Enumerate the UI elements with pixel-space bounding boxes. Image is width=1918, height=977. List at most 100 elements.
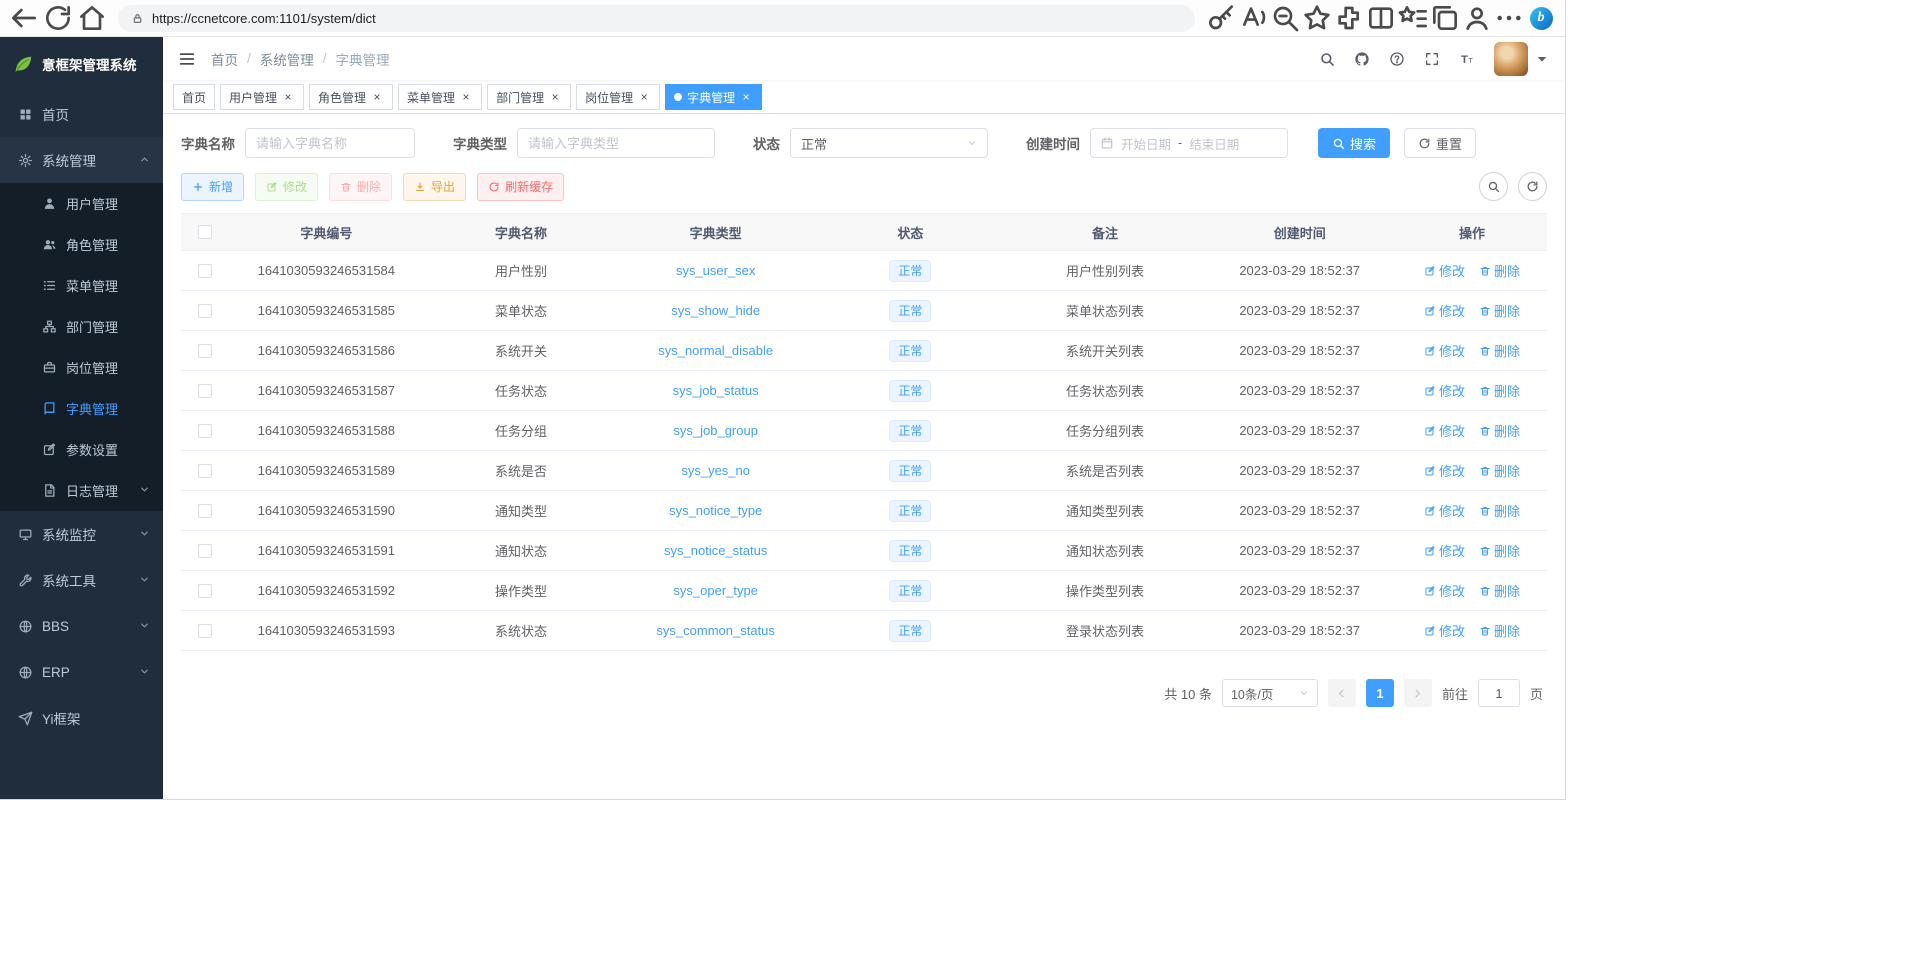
sidebar-item-system[interactable]: 系统管理	[0, 137, 163, 183]
split-screen-icon[interactable]	[1365, 4, 1397, 32]
delete-row-link[interactable]: 删除	[1479, 301, 1520, 320]
fullscreen-icon[interactable]	[1424, 51, 1440, 67]
row-checkbox[interactable]	[198, 344, 212, 358]
page-size-select[interactable]: 10条/页	[1222, 679, 1318, 707]
dict-type-input[interactable]	[517, 128, 715, 158]
dict-type-link[interactable]: sys_notice_status	[664, 543, 767, 558]
sidebar-item-menu[interactable]: 菜单管理	[0, 265, 163, 306]
prev-page-button[interactable]	[1328, 679, 1356, 707]
close-icon[interactable]: ×	[281, 90, 295, 104]
next-page-button[interactable]	[1404, 679, 1432, 707]
search-button[interactable]: 搜索	[1318, 128, 1390, 158]
refresh-cache-button[interactable]: 刷新缓存	[477, 173, 564, 201]
dict-type-link[interactable]: sys_notice_type	[669, 503, 762, 518]
row-checkbox[interactable]	[198, 584, 212, 598]
sidebar-item-erp[interactable]: ERP	[0, 649, 163, 695]
reset-button[interactable]: 重置	[1404, 128, 1476, 158]
dict-type-link[interactable]: sys_oper_type	[673, 583, 758, 598]
close-icon[interactable]: ×	[637, 90, 651, 104]
tab-role[interactable]: 角色管理×	[309, 84, 393, 110]
dict-type-link[interactable]: sys_yes_no	[681, 463, 750, 478]
search-icon[interactable]	[1319, 51, 1335, 67]
delete-row-link[interactable]: 删除	[1479, 421, 1520, 440]
delete-row-link[interactable]: 删除	[1479, 381, 1520, 400]
font-size-icon[interactable]: TT	[1459, 51, 1475, 67]
delete-row-link[interactable]: 删除	[1479, 461, 1520, 480]
row-checkbox[interactable]	[198, 544, 212, 558]
dict-type-link[interactable]: sys_user_sex	[676, 263, 755, 278]
sidebar-item-home[interactable]: 首页	[0, 91, 163, 137]
close-icon[interactable]: ×	[370, 90, 384, 104]
sidebar-item-yiframe[interactable]: Yi框架	[0, 695, 163, 741]
dict-type-link[interactable]: sys_job_group	[673, 423, 758, 438]
collections-icon[interactable]	[1429, 4, 1461, 32]
read-aloud-icon[interactable]	[1237, 4, 1269, 32]
row-checkbox[interactable]	[198, 624, 212, 638]
dict-type-link[interactable]: sys_job_status	[673, 383, 759, 398]
sidebar-item-dept[interactable]: 部门管理	[0, 306, 163, 347]
sidebar-item-monitor[interactable]: 系统监控	[0, 511, 163, 557]
breadcrumb-home[interactable]: 首页	[211, 49, 238, 69]
bing-icon[interactable]: b	[1525, 4, 1557, 32]
delete-row-link[interactable]: 删除	[1479, 581, 1520, 600]
address-bar[interactable]: https://ccnetcore.com:1101/system/dict	[118, 5, 1195, 32]
edit-row-link[interactable]: 修改	[1424, 341, 1465, 360]
edit-row-link[interactable]: 修改	[1424, 461, 1465, 480]
dict-type-link[interactable]: sys_normal_disable	[658, 343, 773, 358]
sidebar-item-role[interactable]: 角色管理	[0, 224, 163, 265]
sidebar-item-user[interactable]: 用户管理	[0, 183, 163, 224]
row-checkbox[interactable]	[198, 304, 212, 318]
extensions-icon[interactable]	[1333, 4, 1365, 32]
toggle-search-button[interactable]	[1479, 172, 1508, 201]
tab-dept[interactable]: 部门管理×	[487, 84, 571, 110]
tab-dict[interactable]: 字典管理×	[665, 84, 762, 110]
row-checkbox[interactable]	[198, 384, 212, 398]
sidebar-item-tool[interactable]: 系统工具	[0, 557, 163, 603]
select-all-checkbox[interactable]	[198, 225, 212, 239]
edit-row-link[interactable]: 修改	[1424, 621, 1465, 640]
row-checkbox[interactable]	[198, 264, 212, 278]
refresh-table-button[interactable]	[1518, 172, 1547, 201]
key-icon[interactable]	[1205, 4, 1237, 32]
tab-user[interactable]: 用户管理×	[220, 84, 304, 110]
status-select[interactable]: 正常	[790, 128, 988, 158]
help-icon[interactable]	[1389, 51, 1405, 67]
dict-type-link[interactable]: sys_common_status	[656, 623, 775, 638]
tab-post[interactable]: 岗位管理×	[576, 84, 660, 110]
github-icon[interactable]	[1354, 51, 1370, 67]
close-icon[interactable]: ×	[739, 90, 753, 104]
zoom-icon[interactable]	[1269, 4, 1301, 32]
delete-row-link[interactable]: 删除	[1479, 541, 1520, 560]
edit-row-link[interactable]: 修改	[1424, 541, 1465, 560]
row-checkbox[interactable]	[198, 504, 212, 518]
user-menu[interactable]	[1494, 42, 1550, 76]
row-checkbox[interactable]	[198, 464, 212, 478]
favorites-bar-icon[interactable]	[1397, 4, 1429, 32]
close-icon[interactable]: ×	[459, 90, 473, 104]
edit-row-link[interactable]: 修改	[1424, 421, 1465, 440]
dict-name-input[interactable]	[245, 128, 415, 158]
sidebar-item-config[interactable]: 参数设置	[0, 429, 163, 470]
sidebar-item-dict[interactable]: 字典管理	[0, 388, 163, 429]
favorites-icon[interactable]	[1301, 4, 1333, 32]
refresh-icon[interactable]	[42, 4, 74, 32]
url-text[interactable]: https://ccnetcore.com:1101/system/dict	[152, 11, 376, 26]
hamburger-icon[interactable]	[178, 50, 196, 68]
back-icon[interactable]	[8, 4, 40, 32]
delete-button[interactable]: 删除	[329, 173, 392, 201]
edit-row-link[interactable]: 修改	[1424, 501, 1465, 520]
dict-type-link[interactable]: sys_show_hide	[671, 303, 760, 318]
tab-menu[interactable]: 菜单管理×	[398, 84, 482, 110]
home-icon[interactable]	[76, 4, 108, 32]
delete-row-link[interactable]: 删除	[1479, 501, 1520, 520]
sidebar-item-log[interactable]: 日志管理	[0, 470, 163, 511]
profile-icon[interactable]	[1461, 4, 1493, 32]
delete-row-link[interactable]: 删除	[1479, 341, 1520, 360]
delete-row-link[interactable]: 删除	[1479, 261, 1520, 280]
export-button[interactable]: 导出	[403, 173, 466, 201]
breadcrumb-system[interactable]: 系统管理	[260, 49, 314, 69]
edit-row-link[interactable]: 修改	[1424, 301, 1465, 320]
goto-page-input[interactable]	[1478, 679, 1520, 707]
edit-row-link[interactable]: 修改	[1424, 581, 1465, 600]
avatar[interactable]	[1494, 42, 1528, 76]
